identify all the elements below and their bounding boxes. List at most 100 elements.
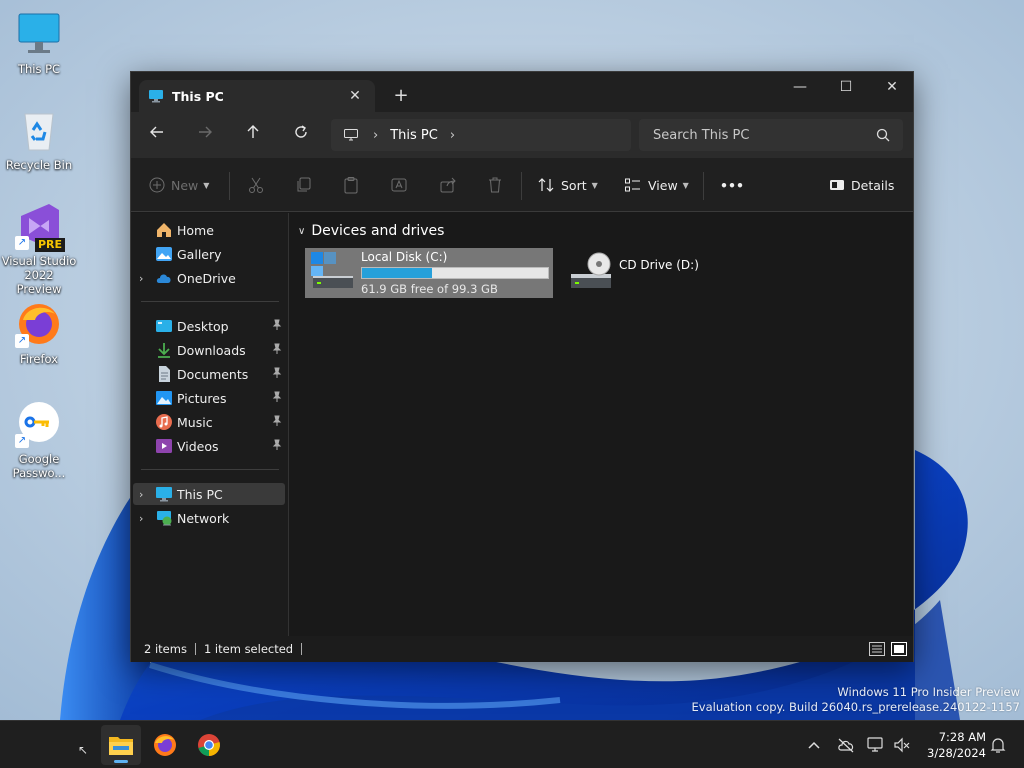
- new-label: New: [171, 177, 199, 193]
- desktop-icon-firefox[interactable]: ↗ Firefox: [1, 300, 77, 366]
- desktop-icon-recycle-bin[interactable]: Recycle Bin: [1, 106, 77, 172]
- system-clock[interactable]: 7:28 AM 3/28/2024: [920, 729, 986, 761]
- taskbar-chrome[interactable]: [189, 725, 229, 765]
- chevron-up-icon[interactable]: [804, 735, 824, 755]
- sidebar-item-gallery[interactable]: Gallery: [133, 243, 285, 265]
- sidebar-item-label: Downloads: [177, 342, 246, 358]
- notification-bell-icon[interactable]: [988, 735, 1008, 755]
- hard-drive-icon: [311, 252, 353, 288]
- sidebar-item-pictures[interactable]: Pictures: [133, 387, 285, 409]
- maximize-button[interactable]: ☐: [823, 72, 869, 102]
- group-header-devices[interactable]: ∨ Devices and drives: [298, 223, 444, 239]
- drive-name: CD Drive (D:): [619, 258, 699, 272]
- monitor-icon: [344, 129, 358, 141]
- cut-button[interactable]: [247, 172, 271, 198]
- view-list-icon: [625, 178, 640, 192]
- sidebar-item-this-pc[interactable]: › This PC: [133, 483, 285, 505]
- drive-local-disk-c[interactable]: Local Disk (C:) 61.9 GB free of 99.3 GB: [305, 248, 553, 298]
- chevron-down-icon: ∨: [298, 225, 306, 237]
- new-button[interactable]: New ▼: [149, 172, 209, 198]
- monitor-icon: [15, 10, 63, 58]
- sidebar-item-home[interactable]: Home: [133, 219, 285, 241]
- chevron-right-icon[interactable]: ›: [139, 488, 143, 501]
- chevron-right-icon[interactable]: ›: [450, 128, 455, 143]
- forward-button[interactable]: [192, 123, 218, 147]
- toolbar-divider: [703, 172, 704, 200]
- pin-icon[interactable]: [271, 367, 283, 379]
- close-button[interactable]: ✕: [869, 72, 915, 102]
- network-status-icon[interactable]: [866, 735, 886, 755]
- sidebar-item-label: Home: [177, 222, 214, 238]
- download-icon: [158, 343, 170, 358]
- drive-cd-d[interactable]: CD Drive (D:): [563, 248, 703, 298]
- clock-time: 7:28 AM: [938, 730, 986, 744]
- large-icons-view-icon[interactable]: [891, 642, 907, 656]
- shortcut-arrow-icon: ↗: [15, 434, 29, 448]
- pin-icon[interactable]: [271, 415, 283, 427]
- more-options-button[interactable]: •••: [720, 172, 744, 198]
- chevron-right-icon[interactable]: ›: [139, 512, 143, 525]
- view-button[interactable]: View ▼: [624, 172, 689, 198]
- refresh-button[interactable]: [288, 123, 314, 147]
- desktop-icon-this-pc[interactable]: This PC: [1, 10, 77, 76]
- rename-icon: [391, 178, 407, 192]
- details-view-icon[interactable]: [869, 642, 885, 656]
- pin-icon[interactable]: [271, 343, 283, 355]
- new-tab-button[interactable]: +: [389, 84, 413, 108]
- tab-close-button[interactable]: ✕: [345, 86, 365, 106]
- desktop-icon-visual-studio[interactable]: PRE ↗ Visual Studio 2022 Preview: [1, 202, 77, 296]
- sidebar-item-label: Documents: [177, 366, 249, 382]
- pin-icon[interactable]: [271, 319, 283, 331]
- content-pane: ∨ Devices and drives Local Disk (C:) 61.…: [290, 213, 913, 636]
- desktop-icon-label: Firefox: [19, 352, 59, 366]
- sidebar-item-desktop[interactable]: Desktop: [133, 315, 285, 337]
- sidebar-item-label: OneDrive: [177, 270, 236, 286]
- taskbar-firefox[interactable]: [145, 725, 185, 765]
- search-input[interactable]: [639, 127, 859, 143]
- delete-button[interactable]: [486, 172, 510, 198]
- sidebar-item-documents[interactable]: Documents: [133, 363, 285, 385]
- volume-muted-icon[interactable]: [892, 735, 912, 755]
- home-icon: [157, 223, 171, 237]
- breadcrumb-this-pc[interactable]: This PC: [390, 128, 438, 143]
- back-button[interactable]: [144, 123, 170, 147]
- sidebar-item-downloads[interactable]: Downloads: [133, 339, 285, 361]
- gallery-icon: [156, 247, 172, 261]
- address-bar[interactable]: › This PC ›: [331, 119, 631, 151]
- taskbar-file-explorer[interactable]: [101, 725, 141, 765]
- active-indicator: [114, 760, 128, 763]
- rename-button[interactable]: [390, 172, 414, 198]
- share-button[interactable]: [439, 172, 463, 198]
- minimize-button[interactable]: —: [777, 72, 823, 102]
- sidebar-item-onedrive[interactable]: › OneDrive: [133, 267, 285, 289]
- sidebar-item-label: Pictures: [177, 390, 227, 406]
- sort-button[interactable]: Sort ▼: [537, 172, 598, 198]
- cloud-offline-icon[interactable]: [836, 735, 856, 755]
- sidebar-item-music[interactable]: Music: [133, 411, 285, 433]
- shortcut-arrow-icon: ↗: [15, 236, 29, 250]
- copy-icon: [297, 177, 311, 192]
- pin-icon[interactable]: [271, 439, 283, 451]
- up-button[interactable]: [240, 123, 266, 147]
- desktop-icon-label: Visual Studio 2022 Preview: [1, 254, 77, 296]
- sidebar-item-videos[interactable]: Videos: [133, 435, 285, 457]
- arrow-left-icon: [150, 126, 163, 138]
- copy-button[interactable]: [295, 172, 319, 198]
- search-icon: [876, 128, 890, 142]
- clock-date: 3/28/2024: [927, 746, 986, 760]
- desktop-icon-google-passwords[interactable]: ↗ Google Passwo...: [1, 400, 77, 480]
- paste-button[interactable]: [342, 172, 366, 198]
- title-bar: This PC ✕ + — ☐ ✕: [131, 72, 913, 112]
- firefox-icon: ↗: [15, 300, 63, 348]
- sidebar-item-network[interactable]: › Network: [133, 507, 285, 529]
- toolbar-divider: [521, 172, 522, 200]
- recycle-bin-icon: [15, 106, 63, 154]
- search-box[interactable]: [639, 119, 903, 151]
- chevron-right-icon[interactable]: ›: [139, 272, 143, 285]
- navigation-pane: Home Gallery › OneDrive Desktop Download…: [131, 213, 289, 636]
- preview-badge: PRE: [34, 238, 65, 252]
- details-pane-button[interactable]: Details: [829, 172, 894, 198]
- pin-icon[interactable]: [271, 391, 283, 403]
- tab-this-pc[interactable]: This PC ✕: [139, 80, 375, 112]
- document-icon: [159, 366, 170, 382]
